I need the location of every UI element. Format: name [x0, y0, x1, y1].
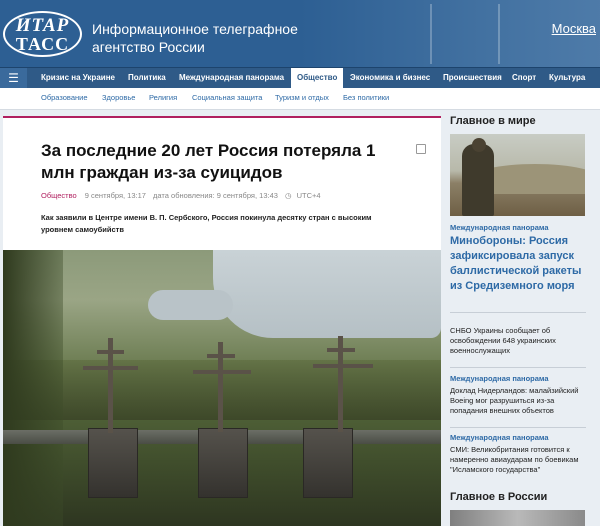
agency-name: Информационное телеграфное агентство Рос… [92, 21, 298, 55]
photo-lake [213, 250, 441, 338]
clock-icon: ◷ [285, 191, 292, 200]
main-nav: ☰ Кризис на Украине Политика Международн… [0, 67, 600, 89]
site-header: ИТАР ТАСС Информационное телеграфное аге… [0, 0, 600, 67]
divider [450, 367, 586, 368]
photo-grave-middle [198, 428, 248, 498]
divider [450, 427, 586, 428]
article-photo [3, 250, 441, 526]
nav-item-culture[interactable]: Культура [549, 68, 585, 88]
subnav-item-tourism[interactable]: Туризм и отдых [275, 93, 329, 102]
nav-item-incidents[interactable]: Происшествия [443, 68, 502, 88]
subnav-item-religion[interactable]: Религия [149, 93, 177, 102]
photo-lake-small [148, 290, 233, 320]
subnav-item-social-protection[interactable]: Социальная защита [192, 93, 262, 102]
print-icon[interactable] [416, 144, 426, 154]
news-headline-1[interactable]: Минобороны: Россия зафиксировала запуск … [450, 234, 590, 294]
nav-item-ukraine-crisis[interactable]: Кризис на Украине [41, 68, 115, 88]
nav-item-society[interactable]: Общество [291, 68, 344, 88]
subnav-item-education[interactable]: Образование [41, 93, 88, 102]
nav-item-economy[interactable]: Экономика и бизнес [350, 68, 430, 88]
world-heading[interactable]: Главное в мире [450, 115, 536, 127]
header-decoration [430, 4, 500, 64]
subnav-item-health[interactable]: Здоровье [102, 93, 135, 102]
divider [450, 312, 586, 313]
photo-grave-left [88, 428, 138, 498]
subnav-item-no-politics[interactable]: Без политики [343, 93, 389, 102]
news-category-3[interactable]: Международная панорама [450, 374, 549, 383]
nav-item-politics[interactable]: Политика [128, 68, 166, 88]
news-headline-2[interactable]: СНБО Украины сообщает об освобождении 64… [450, 326, 590, 356]
russia-heading[interactable]: Главное в России [450, 491, 547, 503]
nav-item-sport[interactable]: Спорт [512, 68, 536, 88]
article-timezone: UTC+4 [296, 191, 321, 200]
article-lead: Как заявили в Центре имени В. П. Сербско… [41, 213, 372, 234]
photo-grave-right [303, 428, 353, 498]
news-headline-4[interactable]: СМИ: Великобритания готовится к намеренн… [450, 445, 590, 475]
news-category-4[interactable]: Международная панорама [450, 433, 549, 442]
site-logo[interactable]: ИТАР ТАСС [3, 11, 82, 57]
article-title: За последние 20 лет Россия потеряла 1 мл… [41, 141, 376, 182]
news-headline-3[interactable]: Доклад Нидерландов: малайзийский Boeing … [450, 386, 590, 416]
article-date: 9 сентября, 13:17 [84, 191, 146, 200]
article-meta: Общество 9 сентября, 13:17 дата обновлен… [41, 191, 326, 200]
city-link[interactable]: Москва [552, 21, 596, 36]
article-updated: дата обновления: 9 сентября, 13:43 [153, 191, 278, 200]
russia-news-photo[interactable] [450, 510, 585, 526]
article-category[interactable]: Общество [41, 191, 77, 200]
photo-tree [3, 250, 63, 526]
logo-line-2: ТАСС [15, 34, 70, 54]
world-news-photo[interactable] [450, 134, 585, 216]
logo-line-1: ИТАР [15, 15, 70, 36]
nav-item-international[interactable]: Международная панорама [179, 68, 284, 88]
news-category-1[interactable]: Международная панорама [450, 223, 549, 232]
article-card: За последние 20 лет Россия потеряла 1 мл… [3, 116, 441, 526]
sub-nav: Образование Здоровье Религия Социальная … [0, 88, 600, 110]
menu-icon[interactable]: ☰ [0, 68, 27, 89]
